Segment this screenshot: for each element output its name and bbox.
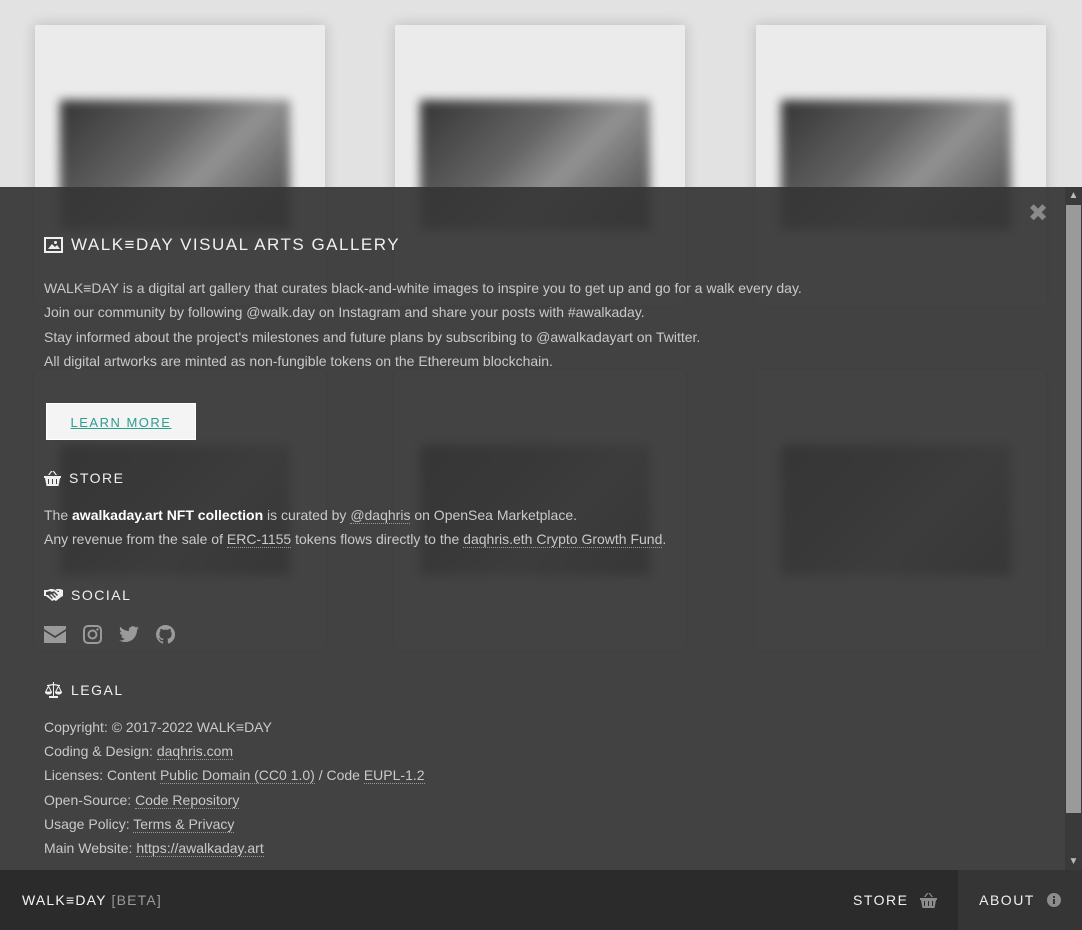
social-links [44, 624, 1044, 644]
intro-line: Join our community by following @walk.da… [44, 304, 645, 321]
scroll-down-icon[interactable]: ▼ [1065, 853, 1082, 870]
brand-name: WALK≡DAY [22, 892, 107, 908]
store-text: The awalkaday.art NFT collection is cura… [44, 503, 1044, 552]
about-content: WALK≡DAY VISUAL ARTS GALLERY WALK≡DAY is… [44, 235, 1044, 861]
close-icon[interactable]: ✖ [1027, 202, 1049, 226]
text-fragment: Main Website: [44, 840, 137, 857]
terms-privacy-link[interactable]: Terms & Privacy [133, 815, 235, 833]
store-section-title: STORE [44, 470, 1044, 486]
twitter-icon[interactable] [119, 626, 139, 643]
scrollbar-thumb[interactable] [1066, 205, 1081, 813]
opensource-line: Open-Source: Code Repository [44, 788, 1044, 812]
about-nav-button[interactable]: ABOUT [958, 870, 1082, 930]
text-fragment: Open-Source: [44, 791, 136, 808]
intro-line: Stay informed about the project's milest… [44, 328, 701, 345]
store-nav-label: STORE [853, 892, 909, 908]
beta-badge: [BETA] [111, 892, 163, 908]
text-fragment: Licenses: Content [44, 767, 160, 784]
image-icon [44, 237, 63, 253]
text-fragment: The [44, 507, 73, 524]
licenses-line: Licenses: Content Public Domain (CC0 1.0… [44, 763, 1044, 787]
eupl-link[interactable]: EUPL-1.2 [363, 767, 425, 785]
brand-logo[interactable]: WALK≡DAY [BETA] [22, 892, 162, 908]
basket-icon [44, 470, 61, 486]
main-website-link[interactable]: https://awalkaday.art [136, 840, 264, 858]
text-fragment: tokens flows directly to the [291, 531, 464, 548]
usage-line: Usage Policy: Terms & Privacy [44, 812, 1044, 836]
scroll-up-icon[interactable]: ▲ [1065, 187, 1082, 204]
curator-link[interactable]: @daqhris [350, 507, 411, 525]
copyright-line: Copyright: © 2017-2022 WALK≡DAY [44, 718, 272, 735]
store-line-1: The awalkaday.art NFT collection is cura… [44, 503, 1044, 527]
text-fragment: is curated by [263, 507, 351, 524]
social-section-title: SOCIAL [44, 587, 1044, 603]
scrollbar[interactable]: ▲ ▼ [1065, 187, 1082, 870]
legal-text: Copyright: © 2017-2022 WALK≡DAY Coding &… [44, 715, 1044, 861]
erc1155-link[interactable]: ERC-1155 [226, 531, 292, 549]
cc0-link[interactable]: Public Domain (CC0 1.0) [159, 767, 315, 785]
text-fragment: on OpenSea Marketplace. [410, 507, 577, 524]
intro-line: All digital artworks are minted as non-f… [44, 352, 553, 369]
code-repository-link[interactable]: Code Repository [135, 791, 240, 809]
text-fragment: Any revenue from the sale of [44, 531, 227, 548]
social-title-text: SOCIAL [71, 586, 132, 603]
bottom-navbar: WALK≡DAY [BETA] STORE ABOUT [0, 870, 1082, 930]
design-line: Coding & Design: daqhris.com [44, 739, 1044, 763]
instagram-icon[interactable] [83, 624, 102, 644]
intro-text: WALK≡DAY is a digital art gallery that c… [44, 276, 1044, 373]
intro-line: WALK≡DAY is a digital art gallery that c… [44, 280, 802, 296]
text-fragment: Usage Policy: [44, 815, 134, 832]
text-fragment: Coding & Design: [44, 743, 157, 760]
legal-title-text: LEGAL [71, 681, 124, 698]
learn-more-button[interactable]: LEARN MORE [46, 403, 196, 441]
daqhris-link[interactable]: daqhris.com [156, 743, 234, 761]
handshake-icon [44, 588, 63, 601]
store-title-text: STORE [69, 470, 125, 487]
growth-fund-link[interactable]: daqhris.eth Crypto Growth Fund [463, 531, 663, 549]
collection-name: awalkaday.art NFT collection [72, 507, 264, 524]
scale-icon [45, 681, 62, 698]
text-fragment: . [662, 531, 667, 548]
info-icon [1046, 893, 1061, 907]
legal-section-title: LEGAL [44, 681, 1044, 698]
github-icon[interactable] [156, 624, 175, 644]
gallery-title-text: WALK≡DAY VISUAL ARTS GALLERY [71, 235, 401, 254]
website-line: Main Website: https://awalkaday.art [44, 836, 1044, 860]
store-nav-button[interactable]: STORE [853, 870, 938, 930]
about-panel: ✖ WALK≡DAY VISUAL ARTS GALLERY WALK≡DAY … [0, 187, 1082, 870]
basket-icon [920, 892, 938, 908]
text-fragment: / Code [314, 767, 364, 784]
gallery-title: WALK≡DAY VISUAL ARTS GALLERY [44, 235, 1044, 255]
store-line-2: Any revenue from the sale of ERC-1155 to… [44, 527, 1044, 551]
about-nav-label: ABOUT [979, 892, 1035, 908]
email-icon[interactable] [44, 625, 66, 643]
